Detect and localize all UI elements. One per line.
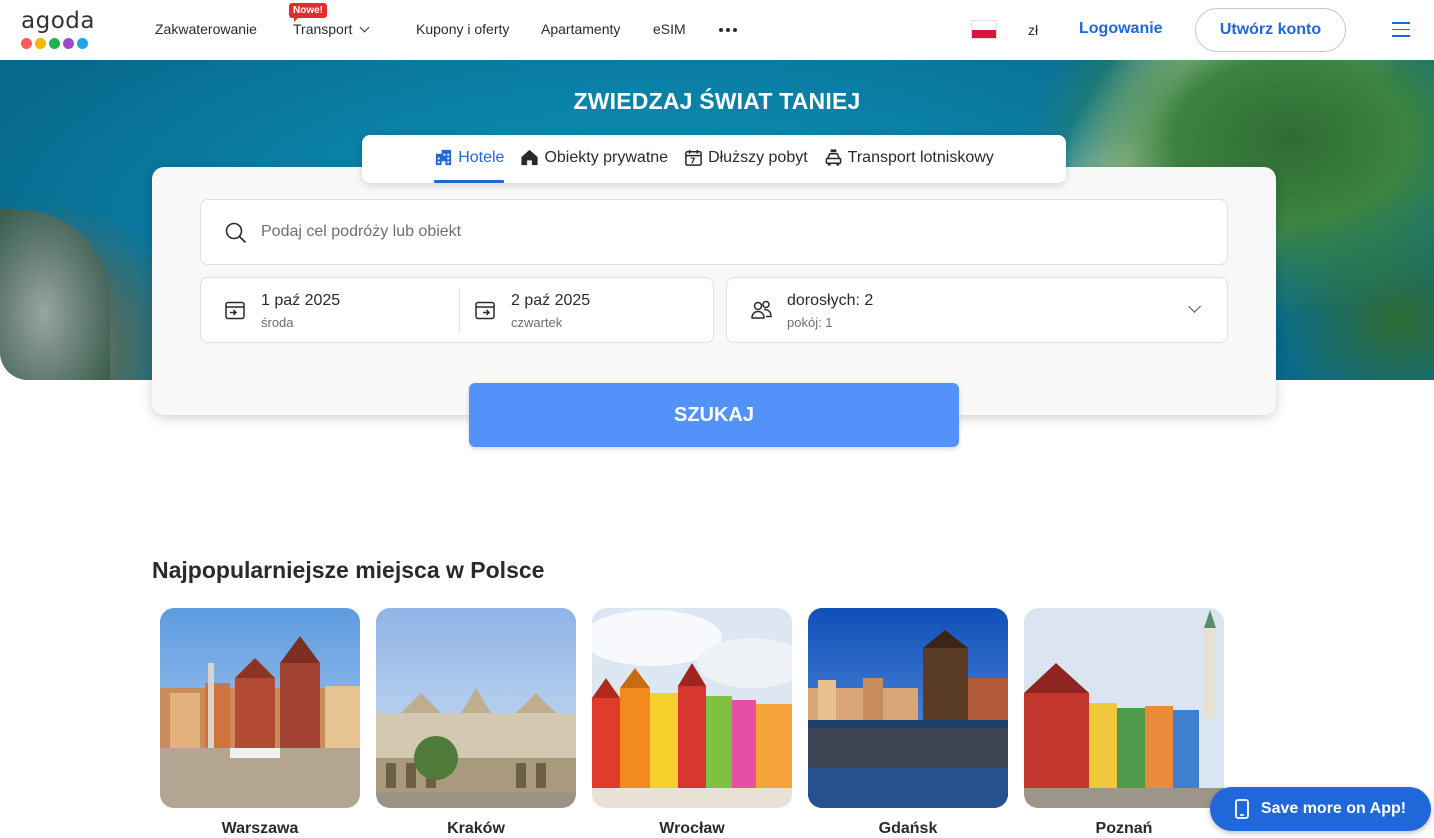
tab-airport-label: Transport lotniskowy bbox=[847, 149, 994, 166]
logo-dot-yellow bbox=[35, 38, 46, 49]
save-more-app-button[interactable]: Save more on App! bbox=[1210, 787, 1431, 831]
checkout-calendar-icon bbox=[475, 301, 495, 320]
city-image-gdansk bbox=[808, 608, 1008, 808]
city-name-poznan: Poznań bbox=[1095, 820, 1153, 837]
checkin-field[interactable]: 1 paź 2025 środa bbox=[201, 278, 459, 342]
tab-airport-transfer[interactable]: Transport lotniskowy bbox=[824, 149, 994, 183]
city-name-gdansk: Gdańsk bbox=[878, 820, 938, 837]
nav-transport[interactable]: Transport bbox=[293, 21, 370, 37]
tab-private-label: Obiekty prywatne bbox=[544, 149, 669, 166]
agoda-logo[interactable]: agoda bbox=[21, 9, 101, 51]
nav-coupons[interactable]: Kupony i oferty bbox=[416, 21, 509, 37]
destination-input[interactable] bbox=[261, 214, 1201, 250]
city-name-warszawa: Warszawa bbox=[221, 820, 299, 837]
house-icon bbox=[521, 149, 539, 166]
logo-dots bbox=[21, 38, 101, 49]
poland-flag-icon[interactable] bbox=[971, 20, 997, 39]
nav-apartments[interactable]: Apartamenty bbox=[541, 21, 620, 37]
phone-icon bbox=[1234, 799, 1249, 819]
svg-text:7: 7 bbox=[690, 157, 695, 166]
people-icon bbox=[751, 300, 772, 319]
logo-dot-purple bbox=[63, 38, 74, 49]
new-badge: Nowe! bbox=[289, 3, 327, 22]
tab-hotels[interactable]: Hotele bbox=[434, 149, 505, 183]
destination-field[interactable] bbox=[200, 199, 1228, 265]
city-name-wroclaw: Wrocław bbox=[659, 820, 725, 837]
chevron-down-icon bbox=[1188, 300, 1201, 313]
logo-text: agoda bbox=[21, 8, 95, 34]
logo-dot-blue bbox=[77, 38, 88, 49]
create-account-button[interactable]: Utwórz konto bbox=[1195, 8, 1346, 52]
tab-long-stay[interactable]: 7 Dłuższy pobyt bbox=[684, 149, 808, 183]
calendar-7-icon: 7 bbox=[685, 149, 702, 166]
city-card-poznan[interactable]: Poznań bbox=[1024, 608, 1224, 838]
checkin-weekday: środa bbox=[261, 315, 294, 330]
city-name-krakow: Kraków bbox=[447, 820, 505, 837]
logo-dot-green bbox=[49, 38, 60, 49]
date-picker: 1 paź 2025 środa 2 paź 2025 czwartek bbox=[200, 277, 714, 343]
logo-dot-red bbox=[21, 38, 32, 49]
city-image-wroclaw bbox=[592, 608, 792, 808]
city-image-krakow bbox=[376, 608, 576, 808]
checkin-calendar-icon bbox=[225, 301, 245, 320]
hero-title: ZWIEDZAJ ŚWIAT TANIEJ bbox=[573, 88, 861, 114]
checkin-date: 1 paź 2025 bbox=[261, 292, 341, 309]
search-tabs: Hotele Obiekty prywatne 7 Dłuższy pobyt … bbox=[362, 135, 1066, 183]
nav-accommodation[interactable]: Zakwaterowanie bbox=[155, 21, 257, 37]
adults-count: dorosłych: 2 bbox=[787, 292, 874, 309]
checkout-field[interactable]: 2 paź 2025 czwartek bbox=[451, 278, 713, 342]
tab-private-properties[interactable]: Obiekty prywatne bbox=[520, 149, 668, 183]
hotel-icon bbox=[436, 149, 452, 166]
city-image-warszawa bbox=[160, 608, 360, 808]
login-link[interactable]: Logowanie bbox=[1079, 20, 1163, 38]
chevron-down-icon bbox=[359, 22, 370, 33]
hero-rock-decoration bbox=[0, 210, 110, 380]
tab-hotels-label: Hotele bbox=[458, 149, 505, 166]
search-button[interactable]: SZUKAJ bbox=[469, 383, 959, 447]
city-card-krakow[interactable]: Kraków bbox=[376, 608, 576, 838]
nav-transport-label: Transport bbox=[293, 21, 353, 37]
city-card-warszawa[interactable]: Warszawa bbox=[160, 608, 360, 838]
more-dots-icon[interactable] bbox=[719, 28, 737, 32]
city-card-gdansk[interactable]: Gdańsk bbox=[808, 608, 1008, 838]
guests-selector[interactable]: dorosłych: 2 pokój: 1 bbox=[726, 277, 1228, 343]
popular-title: Najpopularniejsze miejsca w Polsce bbox=[152, 557, 545, 583]
taxi-icon bbox=[825, 149, 842, 166]
search-icon bbox=[225, 222, 247, 244]
currency-selector[interactable]: zł bbox=[1028, 22, 1038, 38]
checkout-weekday: czwartek bbox=[511, 315, 563, 330]
checkout-date: 2 paź 2025 bbox=[511, 292, 591, 309]
app-button-label: Save more on App! bbox=[1260, 800, 1407, 817]
city-image-poznan bbox=[1024, 608, 1224, 808]
menu-icon[interactable] bbox=[1392, 22, 1410, 37]
rooms-count: pokój: 1 bbox=[787, 315, 833, 330]
city-card-wroclaw[interactable]: Wrocław bbox=[592, 608, 792, 838]
nav-esim[interactable]: eSIM bbox=[653, 21, 686, 37]
top-header: agoda Zakwaterowanie Nowe! Transport Kup… bbox=[0, 0, 1434, 60]
tab-long-stay-label: Dłuższy pobyt bbox=[708, 149, 808, 166]
